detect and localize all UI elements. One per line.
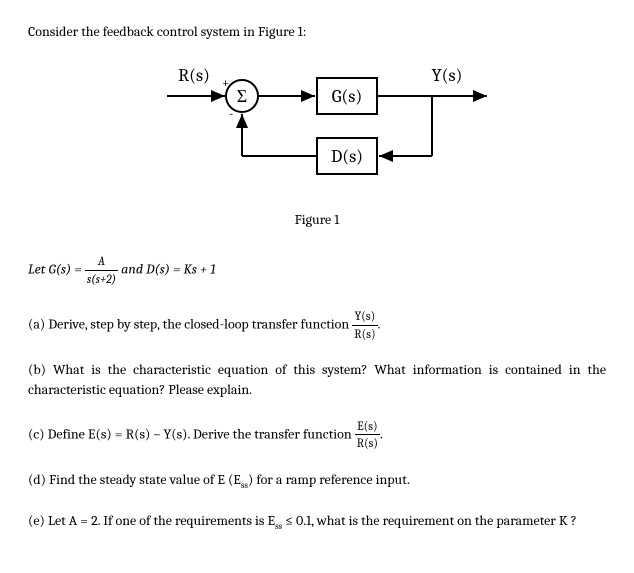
question-b: (b) What is the characteristic equation …: [28, 360, 606, 399]
output-label: Y(s): [432, 65, 463, 86]
d-block-label: D(s): [331, 146, 363, 167]
system-definition: Let G(s) = As(s+2) and D(s) = Ks + 1: [28, 253, 606, 288]
input-label: R(s): [178, 65, 210, 86]
sum-label: Σ: [237, 86, 247, 107]
question-e: (e) Let A = 2. If one of the requirement…: [28, 511, 606, 533]
intro-text: Consider the feedback control system in …: [28, 22, 606, 42]
question-d: (d) Find the steady state value of E (Es…: [28, 470, 606, 492]
figure-caption: Figure 1: [28, 210, 606, 230]
question-a: (a) Derive, step by step, the closed-loo…: [28, 308, 606, 343]
svg-text:-: -: [229, 107, 233, 122]
question-c: (c) Define E(s) = R(s) – Y(s). Derive th…: [28, 418, 606, 453]
g-block-label: G(s): [332, 86, 363, 107]
block-diagram: R(s) + Σ - G(s) Y(s) D(s): [28, 56, 606, 196]
